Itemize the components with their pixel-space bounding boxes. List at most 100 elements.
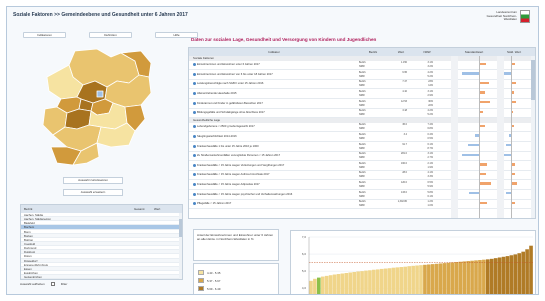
indicator-row[interactable]: Lebendgeborene < 2500 g Geburtsgewicht 2… — [189, 123, 535, 133]
distribution-bar[interactable] — [497, 257, 502, 295]
distribution-bar[interactable] — [383, 268, 388, 295]
indicator-row[interactable]: Zu Straßenverkehrsunfällen verunglückte … — [189, 152, 535, 162]
distribution-bar[interactable] — [474, 260, 478, 295]
scroll-thumb[interactable] — [531, 60, 535, 100]
column-header-wert[interactable]: Wert — [151, 205, 181, 213]
indicator-row[interactable]: Pflegefälle < 15 Jahren 2017 Bezirk 1,302.… — [189, 200, 535, 210]
distribution-bar[interactable] — [340, 273, 345, 295]
info-icon[interactable] — [193, 154, 196, 158]
distribution-bar[interactable] — [411, 265, 415, 295]
distribution-bar[interactable] — [525, 249, 529, 295]
distribution-bar[interactable] — [478, 260, 482, 295]
distribution-bar[interactable] — [352, 271, 357, 295]
distribution-chart[interactable]: 7,0 6,0 5,0 4,0 — [290, 230, 536, 295]
tab-indikatoren[interactable]: Indikatoren — [23, 32, 66, 38]
column-header-bezirk[interactable]: Bezirk — [359, 48, 387, 56]
table-row[interactable]: Gelsenkirchen — [21, 275, 182, 279]
distribution-bar[interactable] — [513, 254, 518, 295]
distribution-bar[interactable] — [320, 276, 325, 295]
info-icon[interactable] — [193, 134, 196, 138]
info-icon[interactable] — [193, 63, 196, 67]
info-icon[interactable] — [193, 202, 196, 206]
reset-selection-button[interactable]: Auswahl zurücksetzen — [63, 177, 123, 184]
distribution-bar[interactable] — [368, 270, 372, 295]
distribution-bar[interactable] — [529, 245, 533, 295]
distribution-bar[interactable] — [415, 265, 419, 295]
distribution-bar[interactable] — [521, 251, 525, 295]
distribution-bar[interactable] — [517, 253, 522, 295]
info-icon[interactable] — [193, 144, 196, 148]
distribution-bar[interactable] — [399, 267, 404, 295]
distribution-bar[interactable] — [458, 261, 463, 295]
indicator-row[interactable]: Krankenhausfälle < 15 Jahre wegen Verlet… — [189, 161, 535, 171]
distribution-bar[interactable] — [348, 272, 353, 295]
tab-definition[interactable]: Definition — [89, 32, 132, 38]
distribution-bar[interactable] — [442, 263, 447, 295]
indicator-row[interactable]: Alleinerziehende Haushalte 2015 Bezirk 4.1… — [189, 89, 535, 99]
column-header-bezirk[interactable]: Bezirk — [21, 205, 131, 213]
info-icon[interactable] — [193, 111, 196, 115]
distribution-bar[interactable] — [505, 256, 510, 295]
indicator-row[interactable]: Kinderarmut und Kinder in gefährdeten Be… — [189, 99, 535, 109]
info-icon[interactable] — [193, 192, 196, 196]
indicator-table-scrollbar[interactable] — [531, 56, 535, 218]
distribution-bar[interactable] — [375, 269, 380, 295]
indicator-row[interactable]: Krankenhausfälle < 15 Jahre wegen psychi… — [189, 190, 535, 200]
select-all-label[interactable]: Auswahl aufheben — [20, 282, 45, 286]
info-icon[interactable] — [193, 101, 196, 105]
column-header-indikator[interactable]: Indikator — [189, 48, 359, 56]
distribution-bar[interactable] — [466, 261, 470, 295]
info-icon[interactable] — [193, 182, 196, 186]
distribution-bar[interactable] — [427, 264, 431, 295]
indicator-row[interactable]: Krankenhausfälle < 15 Jahre wegen Asthma… — [189, 171, 535, 181]
distribution-bar[interactable] — [403, 266, 408, 295]
scroll-thumb[interactable] — [179, 219, 182, 237]
distribution-bar[interactable] — [391, 267, 396, 295]
indicator-row[interactable]: Krankenhausfälle 1 bis unter 15 Jahre 20… — [189, 142, 535, 152]
indicator-row[interactable]: Einwohnerinnen und Einwohner unter 6 Jah… — [189, 61, 535, 71]
distribution-bar[interactable] — [324, 275, 329, 295]
distribution-bar[interactable] — [379, 268, 384, 295]
distribution-bar[interactable] — [470, 260, 474, 295]
info-icon[interactable] — [193, 91, 196, 95]
region-table-scrollbar[interactable] — [179, 213, 182, 279]
distribution-bar[interactable] — [317, 277, 321, 295]
column-header-standardisiert[interactable]: Standardisiert — [451, 48, 497, 56]
distribution-bar[interactable] — [356, 271, 360, 295]
distribution-bar[interactable] — [344, 272, 349, 295]
distribution-bar[interactable] — [434, 263, 439, 295]
info-icon[interactable] — [193, 173, 196, 177]
indicator-row[interactable]: Krankenhausfälle < 15 Jahre wegen Adipos… — [189, 180, 535, 190]
expand-selection-button[interactable]: Auswahl erweitern — [63, 189, 123, 196]
distribution-bar[interactable] — [328, 275, 333, 295]
distribution-bar[interactable] — [372, 269, 376, 295]
distribution-bar[interactable] — [450, 262, 455, 295]
column-header-wert[interactable]: Wert — [387, 48, 415, 56]
distribution-bar[interactable] — [485, 259, 490, 295]
info-icon[interactable] — [193, 163, 196, 167]
column-header-stdd-wert[interactable]: Stdd. Wert — [497, 48, 531, 56]
distribution-bar[interactable] — [313, 278, 317, 295]
distribution-bar[interactable] — [454, 262, 459, 295]
distribution-bar[interactable] — [489, 258, 494, 295]
distribution-bar[interactable] — [395, 267, 400, 295]
distribution-bar[interactable] — [407, 266, 412, 295]
info-icon[interactable] — [193, 125, 196, 129]
distribution-bar[interactable] — [493, 258, 498, 295]
distribution-bar[interactable] — [336, 274, 341, 295]
distribution-bar[interactable] — [430, 264, 435, 295]
info-icon[interactable] — [193, 82, 196, 86]
distribution-bar[interactable] — [509, 255, 514, 295]
distribution-bar[interactable] — [446, 262, 451, 295]
distribution-bar[interactable] — [364, 270, 368, 295]
distribution-bar[interactable] — [438, 263, 443, 295]
indicator-row[interactable]: Einwohnerinnen und Einwohner von 6 bis u… — [189, 70, 535, 80]
distribution-bar[interactable] — [360, 271, 364, 295]
distribution-bar[interactable] — [387, 268, 392, 295]
distribution-bar[interactable] — [419, 265, 423, 295]
indicator-row[interactable]: Bildungsgefälle und Schulabgänge ohne Ab… — [189, 109, 535, 119]
column-header-nrw[interactable]: NRW — [415, 48, 439, 56]
distribution-bar[interactable] — [423, 264, 427, 295]
filter-checkbox[interactable] — [50, 282, 55, 286]
indicator-row[interactable]: Leistungsberechtigte nach SGB II unter 1… — [189, 80, 535, 90]
